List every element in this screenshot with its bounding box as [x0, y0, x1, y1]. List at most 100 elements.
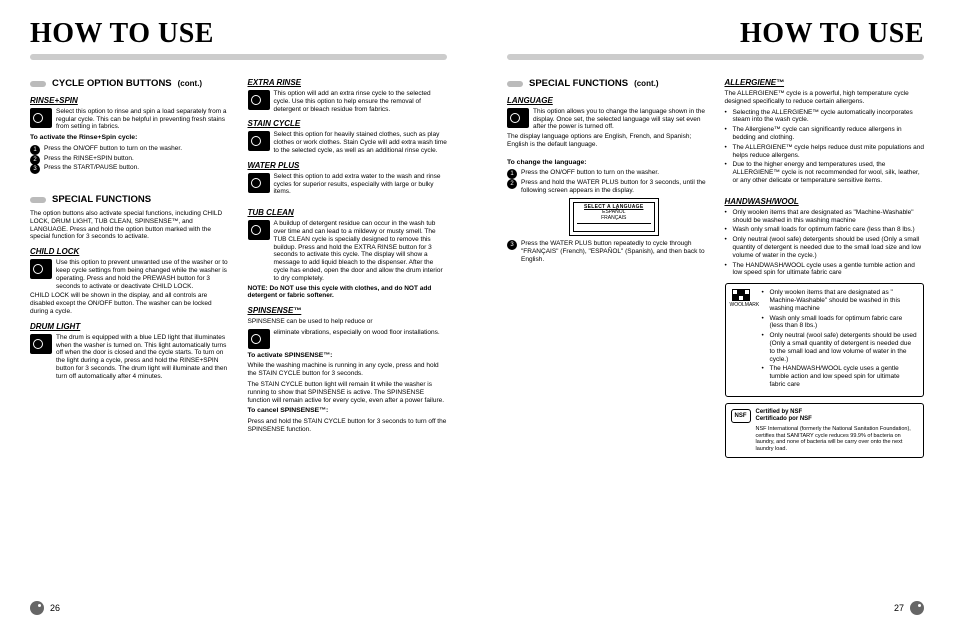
feat-text: The drum is equipped with a blue LED lig…	[56, 334, 230, 381]
lcd-display: SELECT A LANGUAGE ESPAÑOL FRANÇAIS	[569, 198, 659, 237]
section-title: CYCLE OPTION BUTTONS	[52, 78, 172, 90]
sub-allergiene: ALLERGIENE™	[725, 78, 925, 88]
sub-extra-rinse: EXTRA RINSE	[248, 78, 448, 88]
section-cont: (cont.)	[634, 79, 658, 89]
list-item: The Allergiene™ cycle can significantly …	[733, 126, 925, 142]
allergiene-intro: The ALLERGIENE™ cycle is a powerful, hig…	[725, 90, 925, 106]
nsf-title-es: Certificado por NSF	[756, 416, 918, 423]
child-lock-note: CHILD LOCK will be shown in the display,…	[30, 292, 230, 315]
option-icon	[248, 90, 270, 110]
sub-spinsense: SPINSENSE™	[248, 306, 448, 316]
step: Press the START/PAUSE button.	[30, 164, 230, 172]
sub-water-plus: WATER PLUS	[248, 161, 448, 171]
section-bullet-icon	[507, 81, 523, 87]
list-item: Selecting the ALLERGIENE™ cycle automati…	[733, 109, 925, 125]
sf-intro: The option buttons also activate special…	[30, 210, 230, 241]
spinsense-activate-p: While the washing machine is running in …	[248, 362, 448, 378]
title-rule	[507, 54, 924, 60]
tub-clean-note: NOTE: Do NOT use this cycle with clothes…	[248, 285, 448, 301]
sub-language: LANGUAGE	[507, 96, 707, 106]
spinsense-activate-h: To activate SPINSENSE™:	[248, 352, 448, 360]
list-item: Only neutral (wool safe) detergents shou…	[733, 236, 925, 259]
page27-columns: SPECIAL FUNCTIONS (cont.) LANGUAGE This …	[507, 72, 924, 458]
spinsense-cancel-h: To cancel SPINSENSE™:	[248, 407, 448, 415]
nsf-title-en: Certified by NSF	[756, 409, 918, 416]
woolmark-list: Only woolen items that are designated as…	[762, 289, 918, 389]
lcd-line: FRANÇAIS	[577, 216, 651, 222]
lcd-wrap: SELECT A LANGUAGE ESPAÑOL FRANÇAIS	[507, 198, 707, 237]
page-number: 26	[50, 603, 60, 613]
feat-text: This option will add an extra rinse cycl…	[274, 90, 448, 113]
section-cont: (cont.)	[178, 79, 202, 89]
section-bullet-icon	[30, 81, 46, 87]
woolmark-icon: WOOLMARK	[730, 289, 752, 308]
feat-stain-cycle: Select this option for heavily stained c…	[248, 131, 448, 154]
nsf-card: NSF Certified by NSF Certificado por NSF…	[725, 403, 925, 459]
sub-tub-clean: TUB CLEAN	[248, 208, 448, 218]
sub-stain-cycle: STAIN CYCLE	[248, 119, 448, 129]
option-icon	[30, 259, 52, 279]
feat-text: eliminate vibrations, especially on wood…	[274, 329, 448, 349]
section-title: SPECIAL FUNCTIONS	[52, 194, 151, 206]
list-item: Only woolen items that are designated as…	[733, 209, 925, 225]
title-rule	[30, 54, 447, 60]
step: Press and hold the WATER PLUS button for…	[507, 179, 707, 195]
p27-col-left: SPECIAL FUNCTIONS (cont.) LANGUAGE This …	[507, 72, 707, 458]
section-cycle-option: CYCLE OPTION BUTTONS (cont.)	[30, 78, 230, 90]
section-bullet-icon	[30, 197, 46, 203]
spinsense-cancel-p: Press and hold the STAIN CYCLE button fo…	[248, 418, 448, 434]
list-item: Wash only small loads for optimum fabric…	[770, 315, 918, 331]
allergiene-list: Selecting the ALLERGIENE™ cycle automati…	[725, 109, 925, 185]
page-number: 27	[894, 603, 904, 613]
list-item: Due to the higher energy and temperature…	[733, 161, 925, 184]
footer-right: 27	[507, 601, 924, 615]
option-icon	[248, 220, 270, 240]
list-item: Only woolen items that are designated as…	[770, 289, 918, 312]
page26-columns: CYCLE OPTION BUTTONS (cont.) RINSE+SPIN …	[30, 72, 447, 436]
feat-tub-clean: A buildup of detergent residue can occur…	[248, 220, 448, 282]
feat-extra-rinse: This option will add an extra rinse cycl…	[248, 90, 448, 113]
feat-text: This option allows you to change the lan…	[533, 108, 707, 131]
feat-language: This option allows you to change the lan…	[507, 108, 707, 131]
option-icon	[248, 329, 270, 349]
change-language-h: To change the language:	[507, 159, 707, 167]
feat-spinsense: eliminate vibrations, especially on wood…	[248, 329, 448, 349]
option-icon	[30, 108, 52, 128]
feat-text: Use this option to prevent unwanted use …	[56, 259, 230, 290]
feat-text: A buildup of detergent residue can occur…	[274, 220, 448, 282]
sub-rinse-spin: RINSE+SPIN	[30, 96, 230, 106]
sub-child-lock: CHILD LOCK	[30, 247, 230, 257]
spinsense-activate-p2: The STAIN CYCLE button light will remain…	[248, 381, 448, 404]
list-item: Wash only small loads for optimum fabric…	[733, 226, 925, 234]
page-27: HOW TO USE SPECIAL FUNCTIONS (cont.) LAN…	[477, 0, 954, 625]
nsf-badge-icon: NSF	[731, 409, 751, 423]
option-icon	[248, 173, 270, 193]
section-special-functions: SPECIAL FUNCTIONS	[30, 194, 230, 206]
sub-handwash: HANDWASH/WOOL	[725, 197, 925, 207]
list-item: The HANDWASH/WOOL cycle uses a gentle tu…	[733, 262, 925, 278]
feat-rinse-spin: Select this option to rinse and spin a l…	[30, 108, 230, 131]
activate-heading: To activate the Rinse+Spin cycle:	[30, 134, 230, 142]
option-icon	[507, 108, 529, 128]
lg-logo-icon	[30, 601, 44, 615]
page-title-left: HOW TO USE	[30, 18, 447, 50]
lg-logo-icon	[910, 601, 924, 615]
woolmark-label: WOOLMARK	[730, 302, 752, 308]
feat-text: Select this option to rinse and spin a l…	[56, 108, 230, 131]
section-special-functions-cont: SPECIAL FUNCTIONS (cont.)	[507, 78, 707, 90]
feat-text: Select this option to add extra water to…	[274, 173, 448, 196]
spinsense-intro: SPINSENSE can be used to help reduce or	[248, 318, 448, 326]
step: Press the WATER PLUS button repeatedly t…	[507, 240, 707, 263]
page-title-right: HOW TO USE	[507, 18, 924, 50]
list-item: The ALLERGIENE™ cycle helps reduce dust …	[733, 144, 925, 160]
p26-col-right: EXTRA RINSE This option will add an extr…	[248, 72, 448, 436]
p27-col-right: ALLERGIENE™ The ALLERGIENE™ cycle is a p…	[725, 72, 925, 458]
language-options: The display language options are English…	[507, 133, 707, 149]
p26-col-left: CYCLE OPTION BUTTONS (cont.) RINSE+SPIN …	[30, 72, 230, 436]
list-item: Only neutral (wool safe) detergents shou…	[770, 332, 918, 363]
list-item: The HANDWASH/WOOL cycle uses a gentle tu…	[770, 365, 918, 388]
language-steps: Press the ON/OFF button to turn on the w…	[507, 169, 707, 194]
option-icon	[30, 334, 52, 354]
nsf-text: NSF International (formerly the National…	[756, 426, 918, 452]
feat-drum-light: The drum is equipped with a blue LED lig…	[30, 334, 230, 381]
